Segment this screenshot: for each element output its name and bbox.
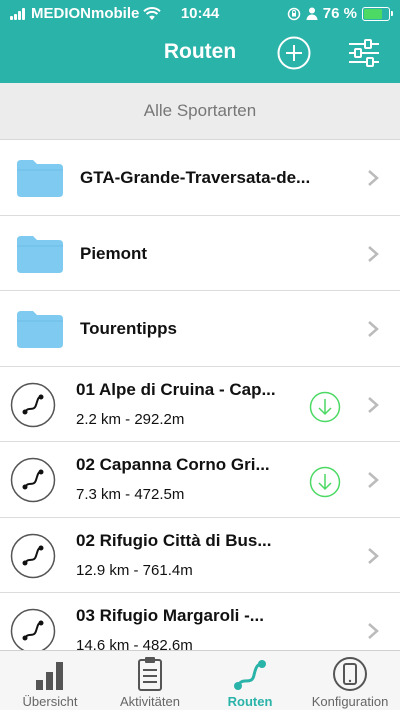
battery-percent: 76 % xyxy=(322,5,357,22)
battery-fill xyxy=(364,8,383,19)
route-distance-elevation: 14.6 km - 482.6m xyxy=(76,637,193,650)
tab-label: Konfiguration xyxy=(311,694,389,709)
route-icon xyxy=(10,533,56,578)
route-row[interactable]: 03 Rifugio Margaroli -... 14.6 km - 482.… xyxy=(0,593,400,650)
clipboard-icon xyxy=(138,657,162,691)
folder-row[interactable]: Tourentipps xyxy=(0,291,400,367)
tab-konfiguration[interactable]: Konfiguration xyxy=(300,651,400,710)
routes-list[interactable]: GTA-Grande-Traversata-de... Piemont Tour… xyxy=(0,140,400,650)
sport-filter-label: Alle Sportarten xyxy=(143,101,257,120)
route-tab-icon xyxy=(234,660,266,690)
folder-row[interactable]: Piemont xyxy=(0,216,400,291)
chevron-right-icon xyxy=(368,472,379,488)
tab-uebersicht[interactable]: Übersicht xyxy=(0,651,100,710)
route-name: 02 Rifugio Città di Bus... xyxy=(76,530,272,550)
folder-icon xyxy=(17,235,63,273)
tab-label: Aktivitäten xyxy=(120,694,180,709)
battery-icon xyxy=(362,6,393,21)
route-icon xyxy=(10,457,56,503)
tab-bar: Übersicht Aktivitäten Routen Konfigurati… xyxy=(0,650,400,710)
sport-filter-button[interactable]: Alle Sportarten xyxy=(0,83,400,140)
chevron-right-icon xyxy=(368,623,379,639)
chevron-right-icon xyxy=(368,321,379,337)
phone-icon xyxy=(333,657,367,691)
status-bar: MEDIONmobile 10:44 76 % xyxy=(0,0,400,28)
folder-name: Tourentipps xyxy=(80,319,177,338)
route-distance-elevation: 12.9 km - 761.4m xyxy=(76,561,193,579)
tab-label: Routen xyxy=(227,694,273,709)
page-title: Routen xyxy=(163,40,237,63)
route-icon xyxy=(10,608,56,650)
chevron-right-icon xyxy=(368,170,379,186)
tab-label: Übersicht xyxy=(22,694,78,709)
bar-chart-icon xyxy=(36,662,63,690)
folder-icon xyxy=(17,311,63,348)
route-name: 01 Alpe di Cruina - Cap... xyxy=(76,379,276,399)
route-name: 03 Rifugio Margaroli -... xyxy=(76,606,264,625)
folder-name: GTA-Grande-Traversata-de... xyxy=(80,168,311,187)
folder-icon xyxy=(17,160,63,197)
route-name: 02 Capanna Corno Gri... xyxy=(76,455,270,474)
folder-name: Piemont xyxy=(80,243,148,263)
tab-aktivitaeten[interactable]: Aktivitäten xyxy=(100,651,200,710)
chevron-right-icon xyxy=(368,547,379,564)
route-row[interactable]: 02 Capanna Corno Gri... 7.3 km - 472.5m xyxy=(0,442,400,518)
chevron-right-icon xyxy=(368,396,379,413)
route-distance-elevation: 2.2 km - 292.2m xyxy=(76,410,185,428)
folder-row[interactable]: GTA-Grande-Traversata-de... xyxy=(0,140,400,216)
route-row[interactable]: 01 Alpe di Cruina - Cap... 2.2 km - 292.… xyxy=(0,367,400,442)
downloaded-icon[interactable] xyxy=(309,466,341,498)
downloaded-icon[interactable] xyxy=(309,391,341,423)
orientation-lock-icon xyxy=(287,7,301,20)
chevron-right-icon xyxy=(368,245,379,262)
status-right: 76 % xyxy=(287,5,393,22)
add-route-button[interactable] xyxy=(277,36,311,70)
filter-settings-button[interactable] xyxy=(347,38,381,68)
route-distance-elevation: 7.3 km - 472.5m xyxy=(76,486,185,503)
route-icon xyxy=(10,382,56,427)
person-icon xyxy=(306,7,318,20)
route-row[interactable]: 02 Rifugio Città di Bus... 12.9 km - 761… xyxy=(0,518,400,593)
app-header: MEDIONmobile 10:44 76 % Routen xyxy=(0,0,400,83)
tab-routen[interactable]: Routen xyxy=(200,651,300,710)
